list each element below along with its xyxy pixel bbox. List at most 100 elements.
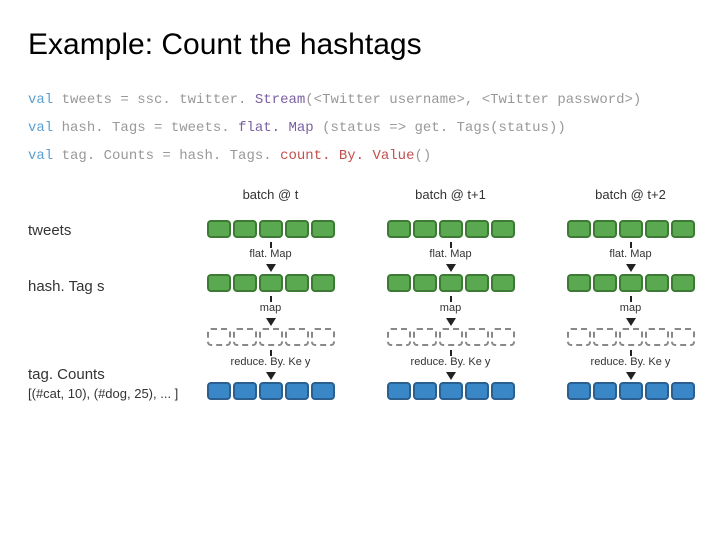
code-text: tag. Counts = hash. Tags. (53, 148, 280, 164)
partition-block (285, 382, 309, 400)
partition-block (387, 328, 411, 346)
code-block: val tweets = ssc. twitter. Stream(<Twitt… (28, 86, 692, 170)
batch-column-t: batch @ t flat. Map map reduce. By. Ke y (198, 188, 343, 404)
rdd-tweets (558, 220, 703, 238)
op-reducebykey: reduce. By. Ke y (378, 356, 523, 372)
partition-block (593, 382, 617, 400)
partition-block (285, 220, 309, 238)
partition-block (439, 274, 463, 292)
arrow-down-icon (266, 264, 276, 272)
partition-block (387, 220, 411, 238)
partition-block (619, 382, 643, 400)
partition-block (259, 274, 283, 292)
code-line-3: val tag. Counts = hash. Tags. count. By.… (28, 142, 692, 170)
partition-block (619, 328, 643, 346)
code-text: hash. Tags = tweets. (53, 120, 238, 136)
partition-block (259, 382, 283, 400)
partition-block (311, 274, 335, 292)
method-stream: Stream (255, 92, 305, 108)
partition-block (439, 220, 463, 238)
arrow-down-icon (446, 264, 456, 272)
arrow-down-icon (266, 318, 276, 326)
code-text: (status => get. Tags(status)) (314, 120, 566, 136)
partition-block (387, 274, 411, 292)
partition-block (233, 220, 257, 238)
partition-block (567, 382, 591, 400)
partition-block (645, 274, 669, 292)
batch-column-t2: batch @ t+2 flat. Map map reduce. By. Ke… (558, 188, 703, 404)
rdd-tagcounts (378, 382, 523, 400)
partition-block (491, 382, 515, 400)
arrow-down-icon (626, 318, 636, 326)
partition-block (491, 328, 515, 346)
arrow-down-icon (266, 372, 276, 380)
rdd-intermediate (378, 328, 523, 346)
partition-block (233, 382, 257, 400)
slide-title: Example: Count the hashtags (28, 28, 692, 62)
partition-block (413, 382, 437, 400)
partition-block (413, 274, 437, 292)
partition-block (645, 220, 669, 238)
partition-block (465, 274, 489, 292)
partition-block (671, 220, 695, 238)
op-reducebykey: reduce. By. Ke y (558, 356, 703, 372)
op-flatmap: flat. Map (198, 248, 343, 264)
partition-block (645, 382, 669, 400)
rdd-intermediate (558, 328, 703, 346)
partition-block (207, 220, 231, 238)
arrow-down-icon (446, 318, 456, 326)
code-text: () (414, 148, 431, 164)
method-countbyvalue: count. By. Value (280, 148, 414, 164)
partition-block (207, 382, 231, 400)
op-map: map (198, 302, 343, 318)
rdd-hashtags (378, 274, 523, 292)
batch-label: batch @ t (198, 188, 343, 216)
batch-label: batch @ t+2 (558, 188, 703, 216)
rdd-intermediate (198, 328, 343, 346)
partition-block (285, 274, 309, 292)
partition-block (671, 274, 695, 292)
partition-block (413, 220, 437, 238)
partition-block (311, 328, 335, 346)
code-line-2: val hash. Tags = tweets. flat. Map (stat… (28, 114, 692, 142)
op-map: map (378, 302, 523, 318)
arrow-down-icon (626, 372, 636, 380)
partition-block (233, 328, 257, 346)
partition-block (619, 274, 643, 292)
rdd-tweets (378, 220, 523, 238)
rdd-tagcounts (558, 382, 703, 400)
partition-block (259, 220, 283, 238)
batch-column-t1: batch @ t+1 flat. Map map reduce. By. Ke… (378, 188, 523, 404)
partition-block (593, 220, 617, 238)
partition-block (387, 382, 411, 400)
partition-block (465, 382, 489, 400)
partition-block (465, 220, 489, 238)
partition-block (311, 220, 335, 238)
label-tweets: tweets (28, 222, 71, 239)
keyword-val: val (28, 92, 53, 108)
batch-label: batch @ t+1 (378, 188, 523, 216)
op-map: map (558, 302, 703, 318)
op-flatmap: flat. Map (378, 248, 523, 264)
partition-block (207, 274, 231, 292)
stream-diagram: tweets hash. Tag s tag. Counts [(#cat, 1… (28, 188, 692, 468)
rdd-tweets (198, 220, 343, 238)
partition-block (311, 382, 335, 400)
keyword-val: val (28, 120, 53, 136)
partition-block (671, 382, 695, 400)
partition-block (413, 328, 437, 346)
partition-block (465, 328, 489, 346)
op-reducebykey: reduce. By. Ke y (198, 356, 343, 372)
partition-block (619, 220, 643, 238)
rdd-hashtags (198, 274, 343, 292)
code-text: (<Twitter username>, <Twitter password>) (305, 92, 641, 108)
partition-block (567, 328, 591, 346)
partition-block (285, 328, 309, 346)
code-line-1: val tweets = ssc. twitter. Stream(<Twitt… (28, 86, 692, 114)
rdd-tagcounts (198, 382, 343, 400)
code-text: tweets = ssc. twitter. (53, 92, 255, 108)
method-flatmap: flat. Map (238, 120, 314, 136)
label-tagcounts: tag. Counts (28, 366, 105, 383)
output-tuples: [(#cat, 10), (#dog, 25), ... ] (28, 386, 198, 402)
partition-block (567, 274, 591, 292)
